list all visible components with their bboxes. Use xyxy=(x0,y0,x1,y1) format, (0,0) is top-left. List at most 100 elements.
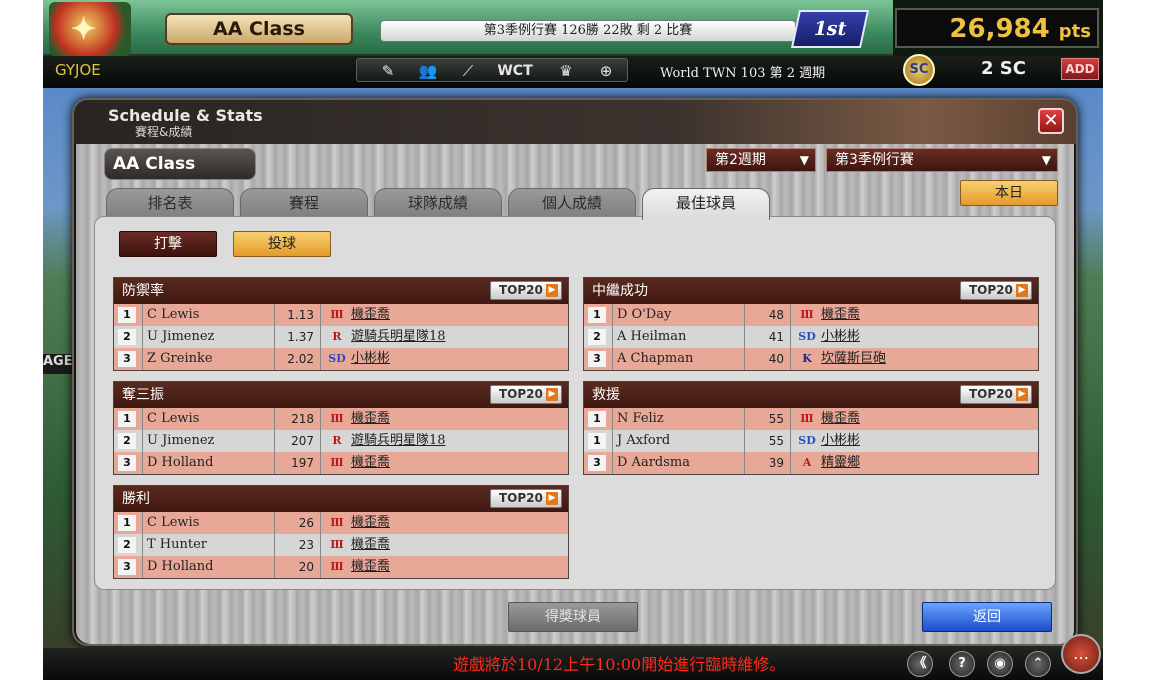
team-link[interactable]: R 遊騎兵明星隊18 xyxy=(320,430,570,452)
close-button[interactable]: ✕ xyxy=(1038,108,1064,134)
team-link[interactable]: Ⅲ 機歪喬 xyxy=(320,408,570,430)
rank-number: 1 xyxy=(118,515,136,531)
stat-value: 1.37 xyxy=(274,326,320,348)
wct-icon[interactable]: WCT xyxy=(491,61,539,81)
team-logo-icon: Ⅲ xyxy=(330,412,344,425)
stat-value: 1.13 xyxy=(274,304,320,326)
sound-icon[interactable]: ◉ xyxy=(987,651,1013,677)
sc-amount: 2 SC xyxy=(981,58,1026,79)
table-row: 1 C Lewis 1.13 Ⅲ 機歪喬 xyxy=(114,304,568,326)
tab-standings[interactable]: 排名表 xyxy=(106,188,234,218)
team-link[interactable]: R 遊騎兵明星隊18 xyxy=(320,326,570,348)
points-value: 26,984 pts xyxy=(949,14,1091,44)
rank-number: 1 xyxy=(118,307,136,323)
panel-header: Schedule & Stats 賽程&成績 ✕ xyxy=(74,100,1076,144)
chevron-right-icon: ▶ xyxy=(546,492,558,505)
stat-value: 2.02 xyxy=(274,348,320,370)
help-icon[interactable]: ? xyxy=(949,651,975,677)
back-button[interactable]: 返回 xyxy=(922,602,1052,632)
collapse-icon[interactable]: 《 xyxy=(907,651,933,677)
batting-button[interactable]: 打擊 xyxy=(119,231,217,257)
team-name: 精靈鄉 xyxy=(821,455,861,470)
table-title: 防禦率 TOP20 ▶ xyxy=(114,278,568,304)
table-row: 3 A Chapman 40 K 坎薩斯巨砲 xyxy=(584,348,1038,370)
team-link[interactable]: SD 小彬彬 xyxy=(790,326,1040,348)
team-link[interactable]: Ⅲ 機歪喬 xyxy=(320,452,570,474)
team-link[interactable]: Ⅲ 機歪喬 xyxy=(320,304,570,326)
week-select[interactable]: 第2週期 ▼ xyxy=(706,148,816,172)
team-link[interactable]: K 坎薩斯巨砲 xyxy=(790,348,1040,370)
team-logo-icon: R xyxy=(332,330,342,343)
today-button[interactable]: 本日 xyxy=(960,180,1058,206)
top20-button[interactable]: TOP20 ▶ xyxy=(490,281,562,300)
rank-number: 3 xyxy=(118,351,136,367)
rank-number: 2 xyxy=(118,329,136,345)
season-select[interactable]: 第3季例行賽 ▼ xyxy=(826,148,1058,172)
team-link[interactable]: Ⅲ 機歪喬 xyxy=(320,556,570,578)
rank-number: 2 xyxy=(118,537,136,553)
top20-button[interactable]: TOP20 ▶ xyxy=(490,489,562,508)
menu-icon[interactable]: ⌃ xyxy=(1025,651,1051,677)
chevron-down-icon: ▼ xyxy=(799,153,809,167)
top20-label: TOP20 xyxy=(499,283,543,297)
player-name: Z Greinke xyxy=(142,348,272,370)
team-logo-icon: Ⅲ xyxy=(330,560,344,573)
player-name: C Lewis xyxy=(142,512,272,534)
chat-icon[interactable]: … xyxy=(1061,634,1101,674)
award-winners-button[interactable]: 得獎球員 xyxy=(508,602,638,632)
table-title: 救援 TOP20 ▶ xyxy=(584,382,1038,408)
table-title: 中繼成功 TOP20 ▶ xyxy=(584,278,1038,304)
team-logo-icon: Ⅲ xyxy=(330,516,344,529)
week-select-value: 第2週期 xyxy=(715,152,766,168)
stat-value: 207 xyxy=(274,430,320,452)
tab-best-players[interactable]: 最佳球員 xyxy=(642,188,770,220)
plus-icon[interactable]: ⊕ xyxy=(593,61,619,81)
top20-button[interactable]: TOP20 ▶ xyxy=(960,385,1032,404)
players-icon[interactable]: 👥 xyxy=(415,61,441,81)
rank-number: 1 xyxy=(588,411,606,427)
stat-value: 218 xyxy=(274,408,320,430)
player-name: C Lewis xyxy=(142,304,272,326)
bat-icon[interactable]: ⟋ xyxy=(455,61,481,81)
team-link[interactable]: Ⅲ 機歪喬 xyxy=(320,534,570,556)
table-row: 2 T Hunter 23 Ⅲ 機歪喬 xyxy=(114,534,568,556)
chevron-right-icon: ▶ xyxy=(546,284,558,297)
team-name: 機歪喬 xyxy=(351,411,391,426)
pencil-icon[interactable]: ✎ xyxy=(375,61,401,81)
tab-team-stats[interactable]: 球隊成績 xyxy=(374,188,502,218)
player-name: D Holland xyxy=(142,556,272,578)
stat-value: 48 xyxy=(744,304,790,326)
team-link[interactable]: Ⅲ 機歪喬 xyxy=(790,304,1040,326)
top20-button[interactable]: TOP20 ▶ xyxy=(960,281,1032,300)
team-name: 機歪喬 xyxy=(351,455,391,470)
team-link[interactable]: SD 小彬彬 xyxy=(790,430,1040,452)
add-sc-button[interactable]: ADD xyxy=(1061,58,1099,80)
rank-number: 3 xyxy=(118,559,136,575)
logo-mark-icon: ✦ xyxy=(71,12,97,47)
table-wins: 勝利 TOP20 ▶ 1C Lewis 26 Ⅲ 機歪喬 2 T Hunter 23 Ⅲ 機歪喬 3… xyxy=(113,485,569,579)
tab-player-stats[interactable]: 個人成績 xyxy=(508,188,636,218)
trophy-icon[interactable]: ♛ xyxy=(553,61,579,81)
team-name: 機歪喬 xyxy=(351,307,391,322)
team-name: 小彬彬 xyxy=(821,329,861,344)
top20-button[interactable]: TOP20 ▶ xyxy=(490,385,562,404)
tab-schedule[interactable]: 賽程 xyxy=(240,188,368,218)
table-row: 1 N Feliz 55 Ⅲ 機歪喬 xyxy=(584,408,1038,430)
pitching-button[interactable]: 投球 xyxy=(233,231,331,257)
rank-badge: 1st xyxy=(790,10,870,48)
team-link[interactable]: A 精靈鄉 xyxy=(790,452,1040,474)
class-badge: AA Class xyxy=(165,13,353,45)
table-title-text: 中繼成功 xyxy=(592,283,648,299)
team-link[interactable]: Ⅲ 機歪喬 xyxy=(790,408,1040,430)
table-row: 3 D Holland 20 Ⅲ 機歪喬 xyxy=(114,556,568,578)
stat-value: 55 xyxy=(744,430,790,452)
team-name: 遊騎兵明星隊18 xyxy=(351,433,446,448)
table-era: 防禦率 TOP20 ▶ 1 C Lewis 1.13 Ⅲ 機歪喬 2 U Jimenez 1.3… xyxy=(113,277,569,371)
stat-value: 20 xyxy=(274,556,320,578)
team-link[interactable]: SD 小彬彬 xyxy=(320,348,570,370)
rank-number: 1 xyxy=(588,307,606,323)
team-link[interactable]: Ⅲ 機歪喬 xyxy=(320,512,570,534)
table-title: 勝利 TOP20 ▶ xyxy=(114,486,568,512)
team-logo-icon: A xyxy=(802,456,812,469)
chevron-down-icon: ▼ xyxy=(1041,153,1051,167)
